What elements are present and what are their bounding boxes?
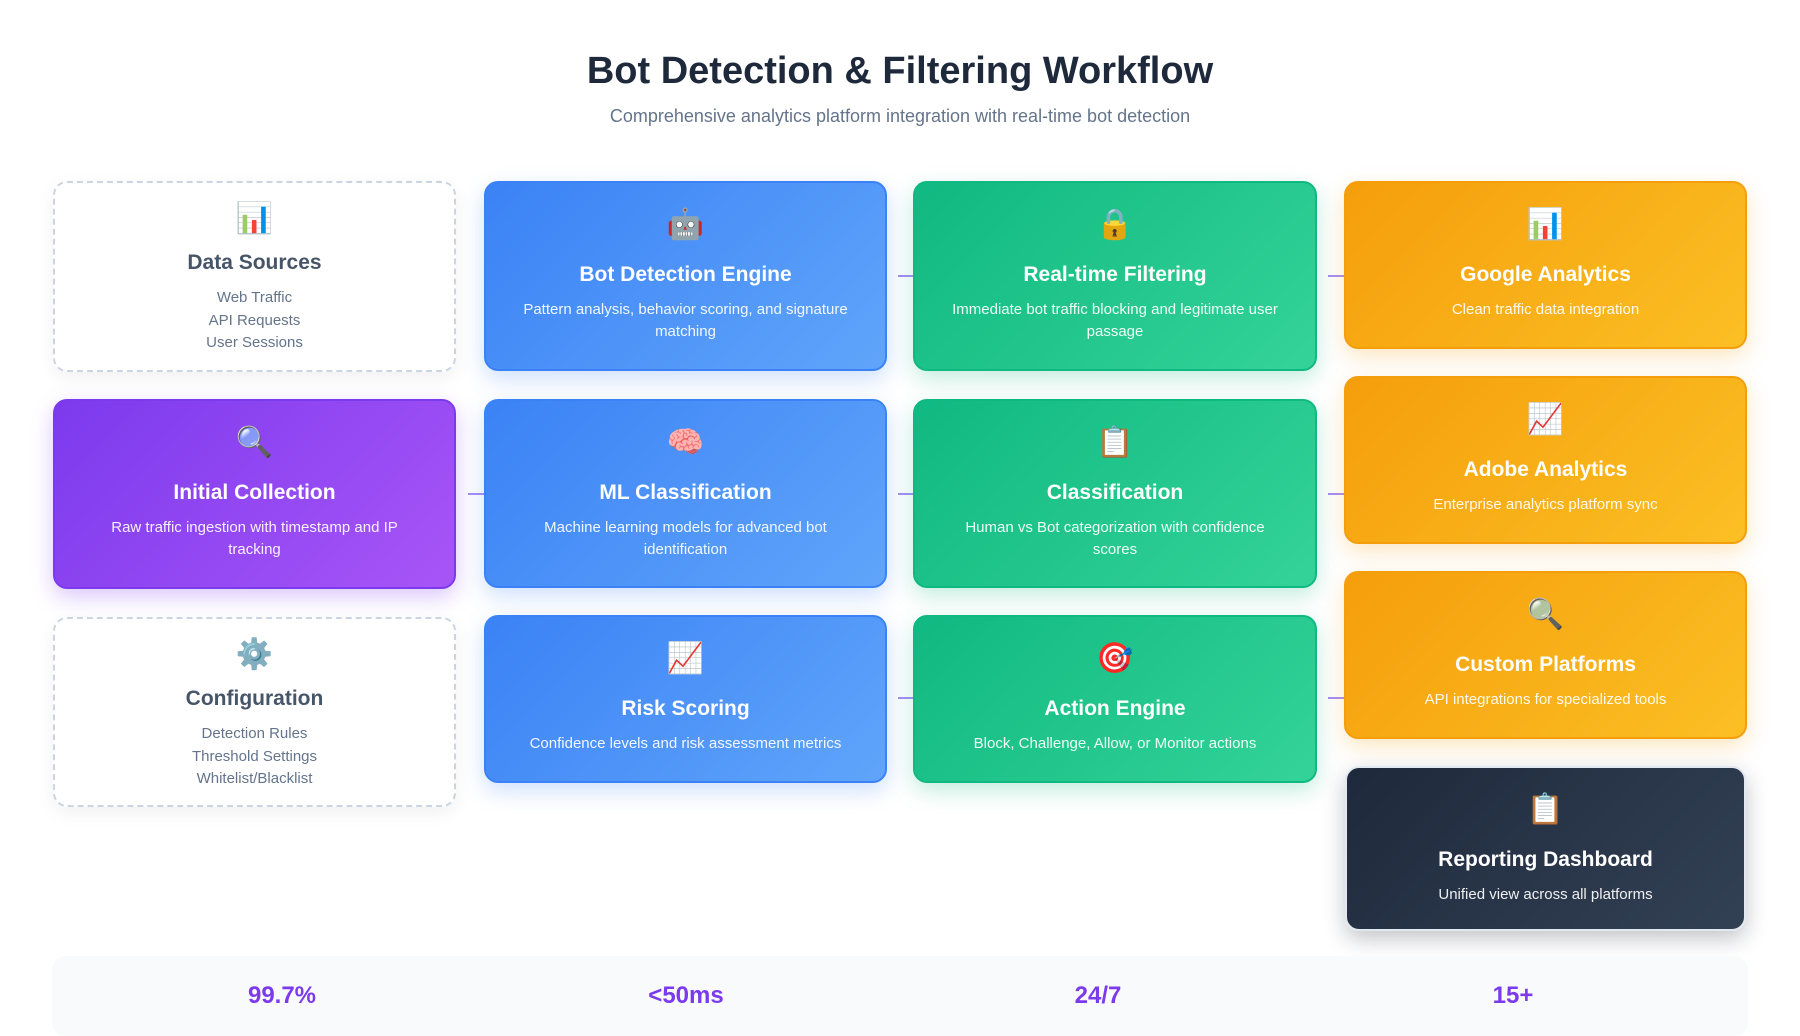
bot-detection-engine-card[interactable]: 🤖 Bot Detection Engine Pattern analysis,… bbox=[484, 181, 887, 371]
trend-chart-icon: 📈 bbox=[666, 642, 705, 675]
card-description: Human vs Bot categorization with confide… bbox=[965, 519, 1265, 558]
custom-platforms-card[interactable]: 🔍 Custom Platforms API integrations for … bbox=[1344, 571, 1747, 739]
card-title: Custom Platforms bbox=[1455, 653, 1636, 676]
card-line: API Requests bbox=[208, 311, 301, 329]
magnifier-icon: 🔍 bbox=[1526, 598, 1565, 631]
card-description: Machine learning models for advanced bot… bbox=[544, 519, 827, 558]
stat-availability: 24/7 bbox=[1074, 982, 1122, 1009]
gear-icon: ⚙️ bbox=[235, 638, 274, 671]
card-line: User Sessions bbox=[206, 334, 303, 351]
card-description: Raw traffic ingestion with timestamp and… bbox=[111, 519, 398, 558]
page-title: Bot Detection & Filtering Workflow bbox=[586, 50, 1214, 92]
card-description: Block, Challenge, Allow, or Monitor acti… bbox=[973, 735, 1257, 752]
magnifier-icon: 🔍 bbox=[235, 426, 274, 459]
card-title: Real-time Filtering bbox=[1023, 263, 1207, 286]
card-description: Pattern analysis, behavior scoring, and … bbox=[523, 301, 848, 340]
card-line: Detection Rules bbox=[201, 725, 308, 742]
target-icon: 🎯 bbox=[1096, 642, 1134, 675]
bar-chart-icon: 📊 bbox=[235, 202, 274, 235]
brain-icon: 🧠 bbox=[666, 426, 705, 459]
card-title: Risk Scoring bbox=[621, 697, 750, 720]
card-title: Data Sources bbox=[187, 251, 322, 274]
stat-accuracy: 99.7% bbox=[247, 982, 317, 1009]
risk-scoring-card[interactable]: 📈 Risk Scoring Confidence levels and ris… bbox=[484, 615, 887, 783]
adobe-analytics-card[interactable]: 📈 Adobe Analytics Enterprise analytics p… bbox=[1344, 376, 1747, 544]
card-description: Enterprise analytics platform sync bbox=[1433, 496, 1658, 513]
card-title: Classification bbox=[1046, 481, 1184, 504]
classification-card[interactable]: 📋 Classification Human vs Bot categoriza… bbox=[913, 399, 1317, 588]
ml-classification-card[interactable]: 🧠 ML Classification Machine learning mod… bbox=[484, 399, 887, 588]
card-description: Unified view across all platforms bbox=[1438, 886, 1653, 903]
card-line: Whitelist/Blacklist bbox=[196, 770, 313, 787]
card-line: Threshold Settings bbox=[191, 747, 318, 765]
page-subtitle: Comprehensive analytics platform integra… bbox=[609, 106, 1191, 126]
card-description: Confidence levels and risk assessment me… bbox=[529, 735, 842, 752]
stats-bar: 99.7% <50ms 24/7 15+ bbox=[52, 956, 1748, 1036]
realtime-filtering-card[interactable]: 🔒 Real-time Filtering Immediate bot traf… bbox=[913, 181, 1317, 371]
trend-chart-icon: 📈 bbox=[1526, 403, 1565, 436]
card-title: Adobe Analytics bbox=[1463, 458, 1628, 481]
card-title: ML Classification bbox=[599, 481, 772, 504]
card-title: Reporting Dashboard bbox=[1438, 848, 1653, 871]
google-analytics-card[interactable]: 📊 Google Analytics Clean traffic data in… bbox=[1344, 181, 1747, 349]
card-description: Clean traffic data integration bbox=[1451, 301, 1640, 318]
card-title: Action Engine bbox=[1044, 697, 1186, 720]
reporting-dashboard-card[interactable]: 📋 Reporting Dashboard Unified view acros… bbox=[1345, 766, 1746, 931]
stat-integrations: 15+ bbox=[1492, 982, 1534, 1009]
card-description: Immediate bot traffic blocking and legit… bbox=[952, 301, 1278, 340]
robot-icon: 🤖 bbox=[666, 208, 705, 241]
card-title: Bot Detection Engine bbox=[579, 263, 792, 286]
lock-icon: 🔒 bbox=[1096, 208, 1134, 241]
clipboard-icon: 📋 bbox=[1096, 426, 1134, 459]
card-line: Web Traffic bbox=[216, 289, 293, 306]
stat-latency: <50ms bbox=[648, 982, 724, 1009]
card-title: Initial Collection bbox=[173, 481, 336, 504]
configuration-card[interactable]: ⚙️ Configuration Detection Rules Thresho… bbox=[53, 617, 456, 807]
card-title: Configuration bbox=[185, 687, 324, 710]
card-description: API integrations for specialized tools bbox=[1424, 691, 1667, 708]
action-engine-card[interactable]: 🎯 Action Engine Block, Challenge, Allow,… bbox=[913, 615, 1317, 783]
clipboard-icon: 📋 bbox=[1526, 793, 1565, 826]
card-lines: Detection Rules Threshold Settings White… bbox=[162, 723, 347, 791]
card-lines: Web Traffic API Requests User Sessions bbox=[176, 287, 333, 355]
data-sources-card[interactable]: 📊 Data Sources Web Traffic API Requests … bbox=[53, 181, 456, 372]
bar-chart-icon: 📊 bbox=[1526, 208, 1565, 241]
initial-collection-card[interactable]: 🔍 Initial Collection Raw traffic ingesti… bbox=[53, 399, 456, 589]
card-title: Google Analytics bbox=[1460, 263, 1631, 286]
